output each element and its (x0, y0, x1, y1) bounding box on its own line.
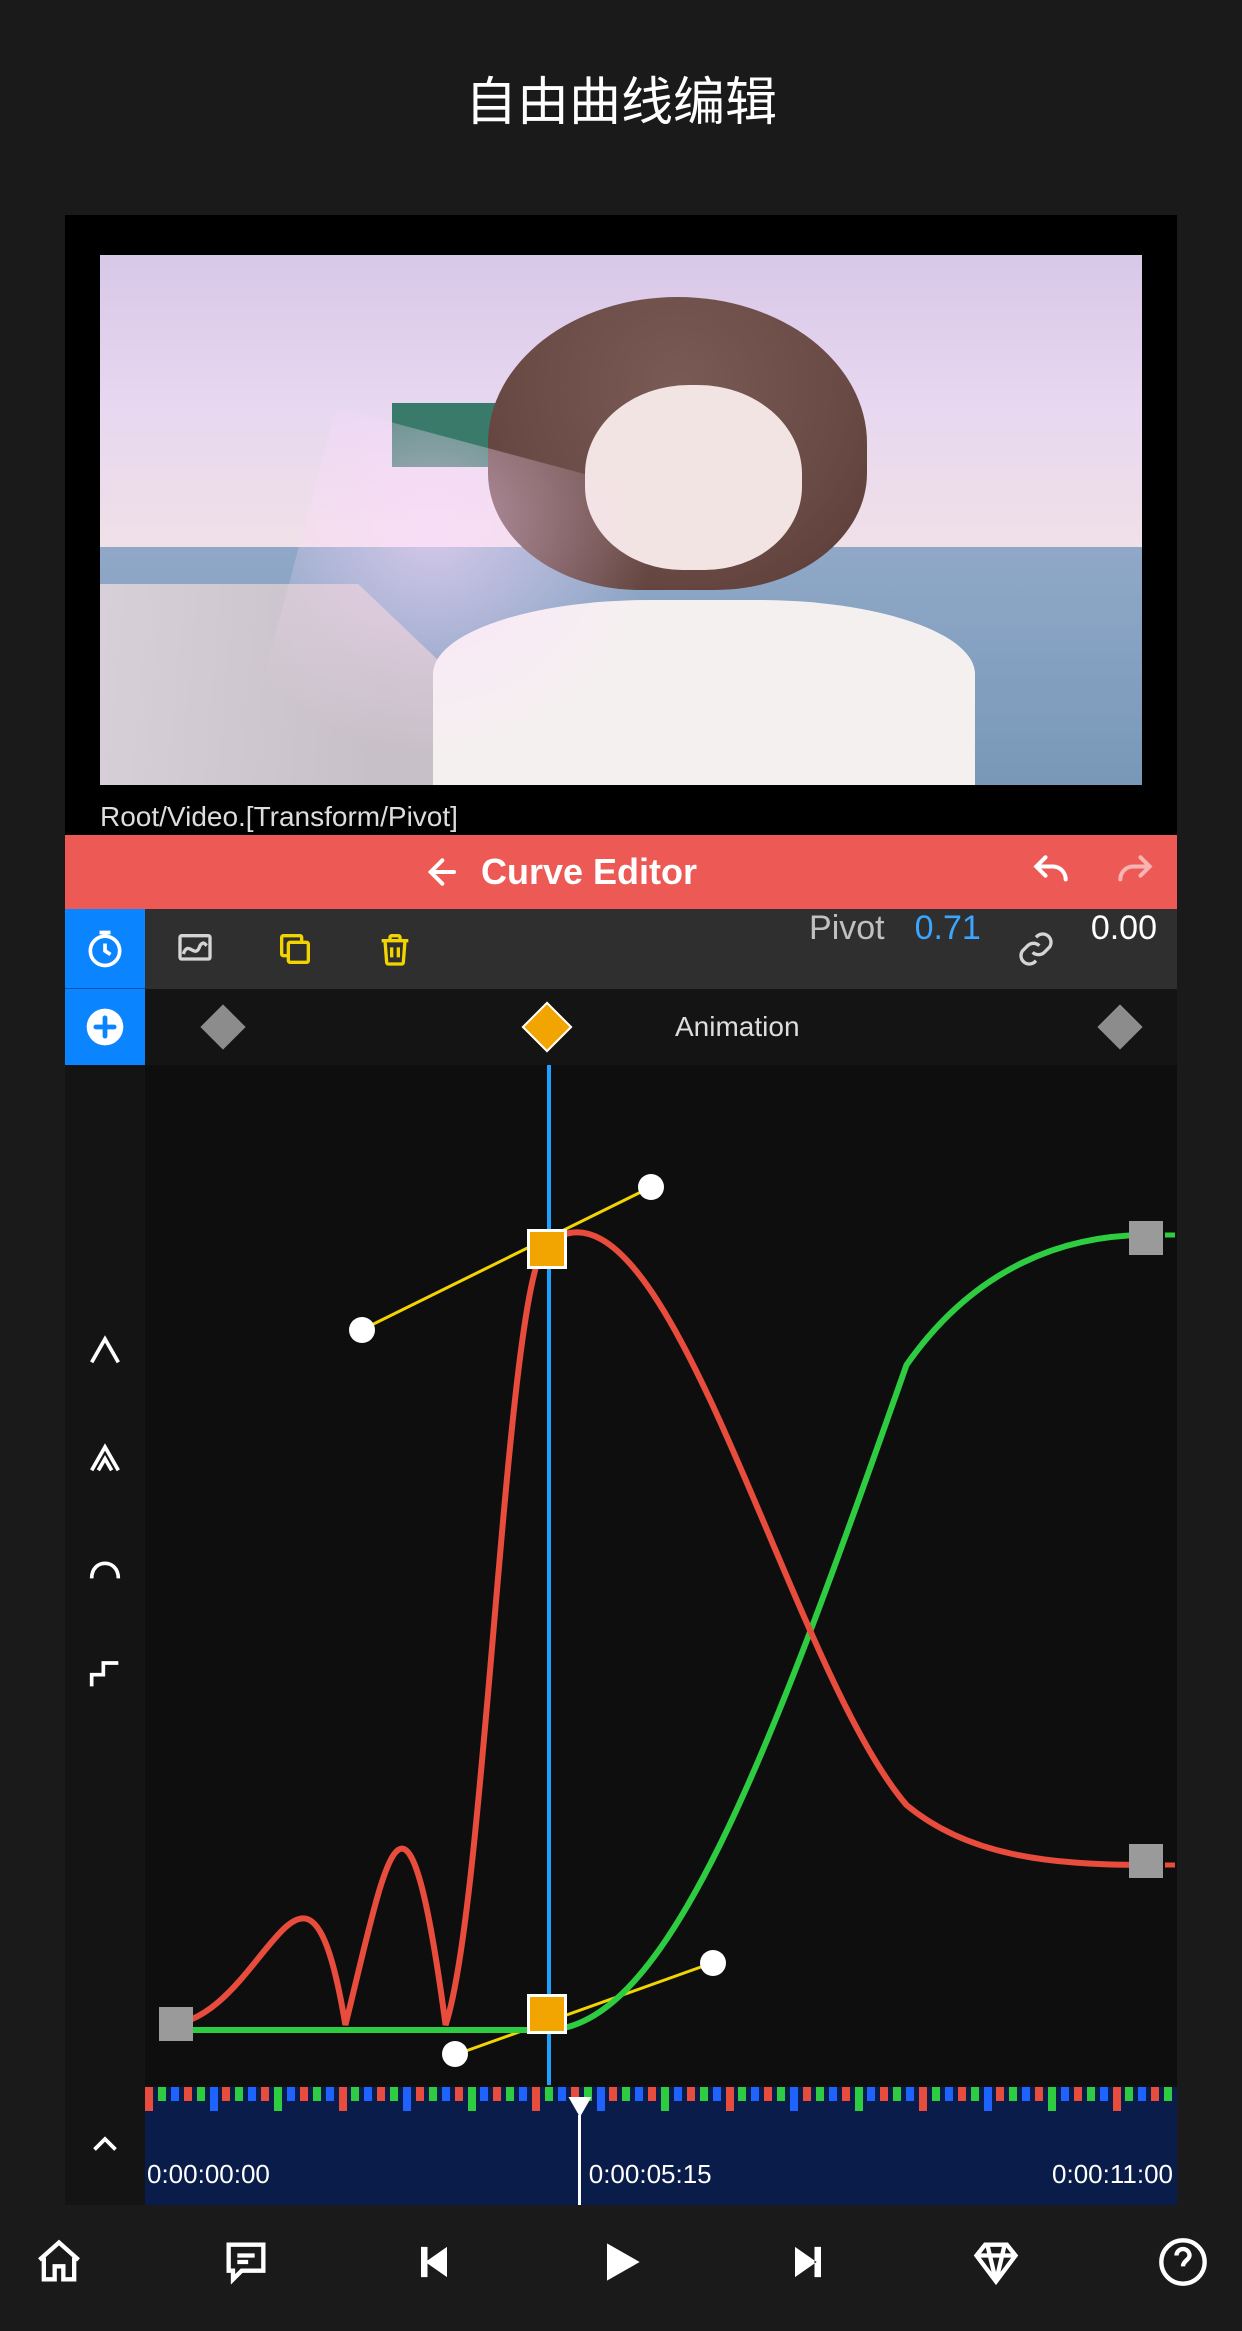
curve-canvas[interactable] (145, 1065, 1177, 2085)
ease-arc-button[interactable] (81, 1541, 129, 1589)
bezier-handle[interactable] (442, 2041, 468, 2067)
ease-peak-button[interactable] (81, 1325, 129, 1373)
animation-label: Animation (675, 1011, 800, 1043)
keyframe-row: Animation (65, 989, 1177, 1065)
timeline-track[interactable]: 0:00:00:00 0:00:05:15 0:00:11:00 (145, 2085, 1177, 2205)
bezier-handle[interactable] (638, 1174, 664, 1200)
curve-toolbar: Pivot 0.71 0.00 (65, 909, 1177, 989)
app-frame: Root/Video.[Transform/Pivot] Curve Edito… (65, 215, 1177, 2205)
play-button[interactable] (592, 2233, 650, 2291)
property-value-primary[interactable]: 0.71 (895, 909, 1001, 989)
keyframe-marker[interactable] (1097, 1004, 1142, 1049)
ease-step-button[interactable] (81, 1649, 129, 1697)
timeline: 0:00:00:00 0:00:05:15 0:00:11:00 (65, 2085, 1177, 2205)
timeline-mid-label: 0:00:05:15 (589, 2159, 712, 2190)
video-preview[interactable] (100, 255, 1142, 785)
property-label: Pivot (789, 909, 895, 989)
keyframe-track[interactable]: Animation (145, 989, 1177, 1065)
home-button[interactable] (30, 2233, 88, 2291)
page-title: 自由曲线编辑 (0, 0, 1242, 175)
step-forward-button[interactable] (779, 2233, 837, 2291)
ease-preset-rail (65, 1065, 145, 2085)
delete-button[interactable] (345, 909, 445, 989)
redo-icon[interactable] (1113, 850, 1157, 894)
bottom-toolbar (0, 2205, 1242, 2331)
keyframe-marker-selected[interactable] (522, 1002, 573, 1053)
copy-button[interactable] (245, 909, 345, 989)
property-path: Root/Video.[Transform/Pivot] (100, 795, 1177, 835)
curve-editor-body (65, 1065, 1177, 2085)
timeline-expand-button[interactable] (65, 2085, 145, 2205)
step-back-button[interactable] (405, 2233, 463, 2291)
premium-button[interactable] (967, 2233, 1025, 2291)
curve-keyframe-selected[interactable] (527, 1994, 567, 2034)
video-preview-container (65, 215, 1177, 795)
timeline-end-label: 0:00:11:00 (1052, 2159, 1173, 2190)
undo-icon[interactable] (1029, 850, 1073, 894)
curve-type-button[interactable] (145, 909, 245, 989)
bezier-handle[interactable] (700, 1950, 726, 1976)
curve-endpoint[interactable] (159, 2007, 193, 2041)
back-icon[interactable] (417, 850, 461, 894)
clock-button[interactable] (65, 909, 145, 989)
comment-button[interactable] (217, 2233, 275, 2291)
curve-keyframe-selected[interactable] (527, 1229, 567, 1269)
link-button[interactable] (1001, 909, 1071, 989)
curve-svg (145, 1065, 1177, 2085)
keyframe-marker[interactable] (200, 1004, 245, 1049)
property-value-secondary[interactable]: 0.00 (1071, 909, 1177, 989)
curve-endpoint[interactable] (1129, 1221, 1163, 1255)
timeline-start-label: 0:00:00:00 (147, 2159, 270, 2190)
ease-bounce-button[interactable] (81, 1433, 129, 1481)
header-title: Curve Editor (481, 851, 697, 893)
curve-endpoint[interactable] (1129, 1844, 1163, 1878)
help-button[interactable] (1154, 2233, 1212, 2291)
bezier-handle[interactable] (349, 1317, 375, 1343)
curve-editor-header: Curve Editor (65, 835, 1177, 909)
add-keyframe-button[interactable] (65, 989, 145, 1065)
